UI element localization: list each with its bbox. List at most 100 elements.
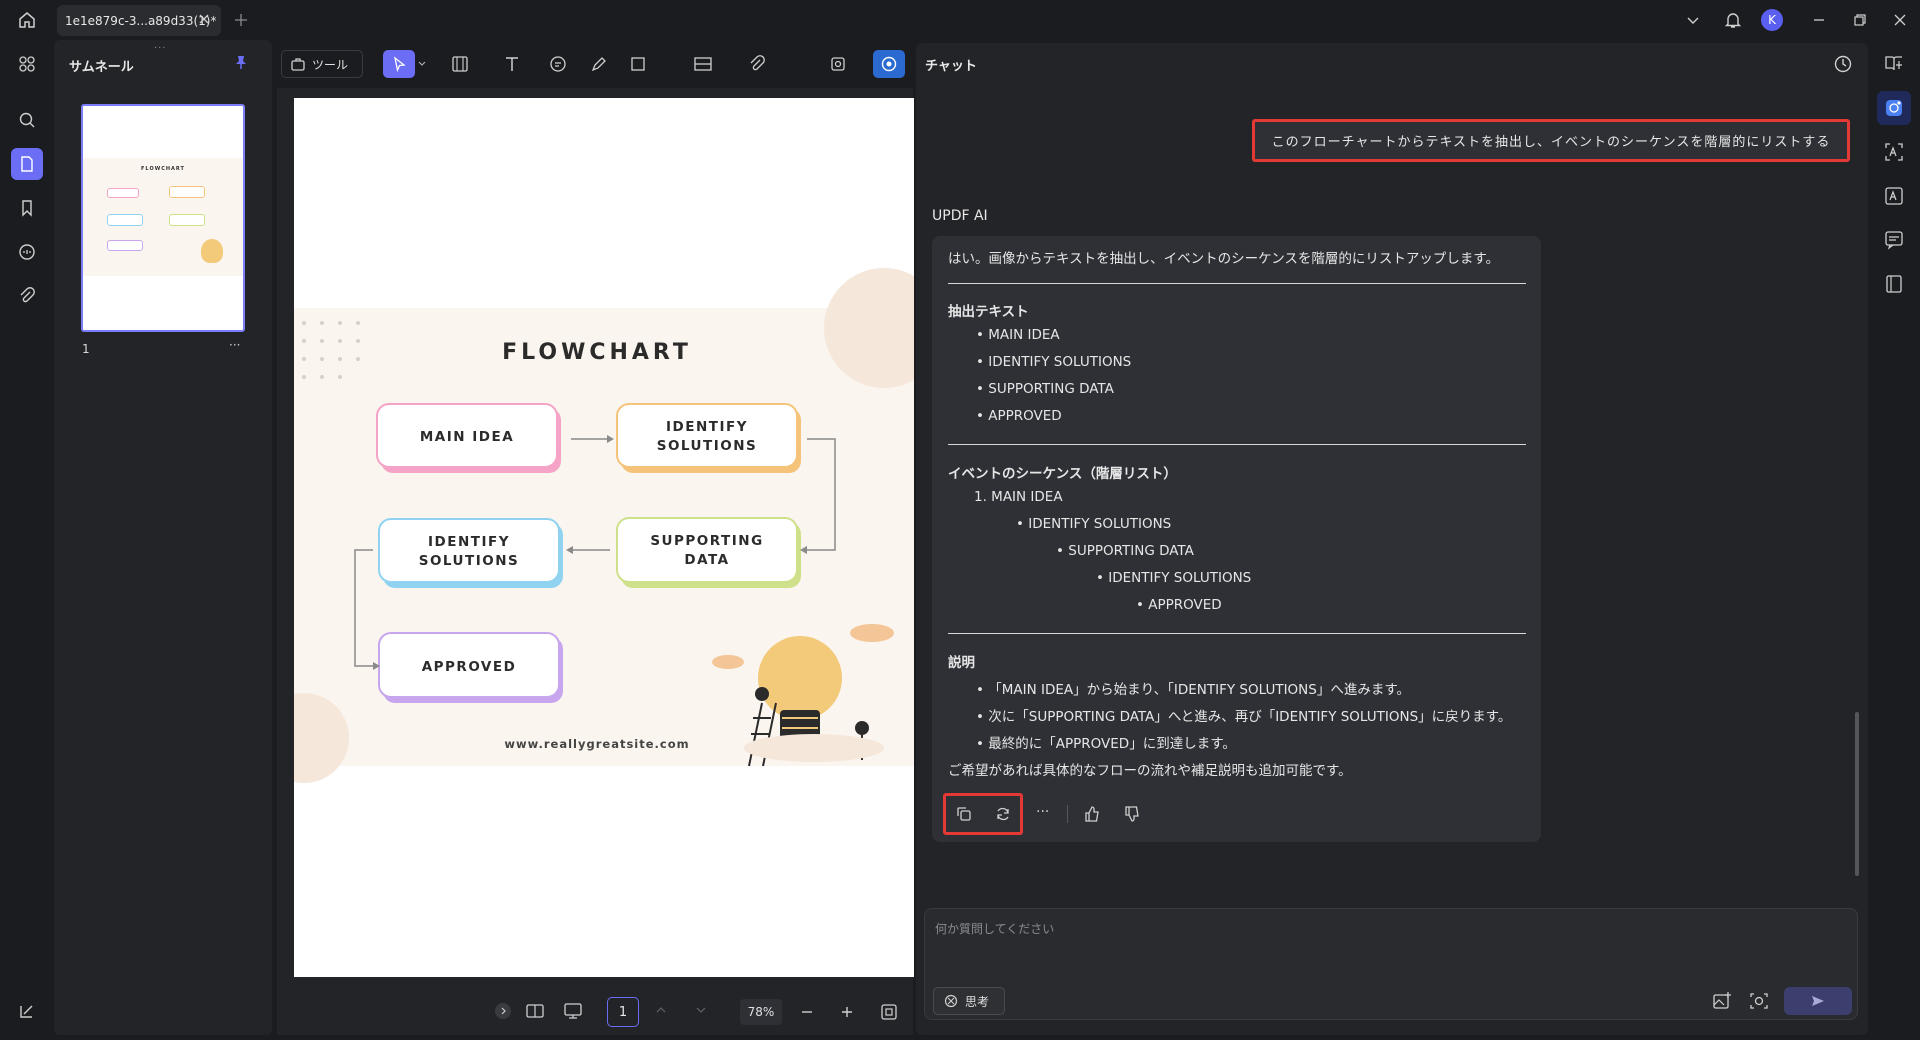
divider: [948, 283, 1526, 284]
summarize-icon[interactable]: [1877, 223, 1911, 257]
think-label: 思考: [965, 994, 990, 1009]
regenerate-icon[interactable]: [994, 805, 1012, 823]
translate-icon[interactable]: [1877, 179, 1911, 213]
explain-item: • 「MAIN IDEA」から始まり、「IDENTIFY SOLUTIONS」へ…: [976, 682, 1410, 698]
explain-item: • 次に「SUPPORTING DATA」へと進み、再び「IDENTIFY SO…: [976, 709, 1512, 725]
zoom-out-icon[interactable]: [800, 1005, 814, 1019]
stamp-tool-icon[interactable]: [829, 55, 847, 73]
ai-intro: はい。画像からテキストを抽出し、イベントのシーケンスを階層的にリストアップします…: [948, 251, 1500, 267]
ocr-icon[interactable]: [1877, 135, 1911, 169]
page-number-input[interactable]: 1: [607, 997, 639, 1027]
close-tab-icon[interactable]: [197, 12, 211, 26]
drag-handle[interactable]: ···: [154, 43, 167, 54]
restore-icon[interactable]: [1851, 11, 1869, 29]
page-number-value: 1: [618, 1004, 628, 1020]
divider: [948, 633, 1526, 634]
shape-tool-icon[interactable]: [629, 55, 647, 73]
search-icon[interactable]: [11, 104, 43, 136]
document-tab[interactable]: 1e1e879c-3...a89d33(1)*: [57, 5, 221, 36]
sequence-item: • APPROVED: [1136, 597, 1222, 613]
thumbnail-panel-title: サムネール: [69, 60, 134, 75]
title-bar: 1e1e879c-3...a89d33(1)* K: [0, 0, 1920, 40]
bell-icon[interactable]: [1723, 9, 1743, 31]
page-settings-icon[interactable]: [1877, 267, 1911, 301]
extract-item: • SUPPORTING DATA: [976, 381, 1114, 397]
expand-icon[interactable]: [495, 1003, 511, 1019]
send-button[interactable]: [1784, 987, 1852, 1015]
flowchart-title: FLOWCHART: [502, 340, 692, 365]
chat-input-box[interactable]: 何か質問してください 思考: [924, 908, 1858, 1020]
node-identify-solutions-2-line2: SOLUTIONS: [419, 553, 520, 569]
thumbs-down-icon[interactable]: [1123, 805, 1141, 823]
explain-item: • 最終的に「APPROVED」に到達します。: [976, 736, 1236, 752]
node-approved: APPROVED: [422, 659, 517, 675]
sequence-item: • IDENTIFY SOLUTIONS: [1016, 516, 1172, 532]
thumbs-up-icon[interactable]: [1083, 805, 1101, 823]
zoom-in-icon[interactable]: [840, 1005, 854, 1019]
chat-scrollbar[interactable]: [1855, 712, 1859, 876]
ai-name: UPDF AI: [932, 208, 988, 224]
left-rail: [0, 40, 54, 1040]
layers-icon[interactable]: [11, 995, 43, 1027]
extract-heading: 抽出テキスト: [948, 304, 1029, 320]
bookmark-icon[interactable]: [11, 192, 43, 224]
sequence-item: • SUPPORTING DATA: [1056, 543, 1194, 559]
image-upload-icon[interactable]: [1712, 991, 1732, 1011]
new-tab-icon[interactable]: [232, 11, 250, 29]
apps-grid-icon[interactable]: [11, 48, 43, 80]
previous-page-icon[interactable]: [655, 1004, 667, 1016]
present-icon[interactable]: [563, 1002, 583, 1020]
minimize-icon[interactable]: [1810, 11, 1828, 29]
pen-tool-icon[interactable]: [590, 55, 608, 73]
select-dropdown-icon[interactable]: [418, 60, 426, 68]
node-identify-solutions-1-line2: SOLUTIONS: [657, 438, 758, 454]
copy-icon[interactable]: [955, 805, 973, 823]
chat-title: チャット: [925, 59, 977, 74]
extract-item: • APPROVED: [976, 408, 1062, 424]
explain-heading: 説明: [948, 655, 975, 671]
select-tool-icon[interactable]: [383, 50, 415, 78]
page-thumbnail[interactable]: FLOWCHART: [81, 104, 245, 332]
send-icon: [1810, 993, 1826, 1009]
close-window-icon[interactable]: [1891, 11, 1909, 29]
link-tool-icon[interactable]: [748, 55, 766, 73]
text-tool-icon[interactable]: [503, 55, 521, 73]
right-rail: [1868, 40, 1920, 1040]
pin-icon[interactable]: [233, 54, 249, 70]
redact-tool-icon[interactable]: [693, 55, 713, 73]
document-page[interactable]: FLOWCHART MAIN IDEA IDENTIFY SOLUTIONS I…: [294, 98, 914, 977]
think-button[interactable]: 思考: [933, 987, 1005, 1015]
screenshot-icon[interactable]: [1749, 991, 1769, 1011]
next-page-icon[interactable]: [695, 1004, 707, 1016]
home-icon[interactable]: [16, 9, 38, 31]
zoom-level[interactable]: 78%: [740, 999, 782, 1025]
history-icon[interactable]: [1833, 54, 1853, 74]
reader-mode-icon[interactable]: [1877, 46, 1911, 80]
divider: [948, 444, 1526, 445]
more-options-icon[interactable]: ···: [1036, 804, 1049, 820]
node-identify-solutions-1-line1: IDENTIFY: [666, 419, 748, 435]
ai-chat-icon[interactable]: [1877, 91, 1911, 125]
flowchart-image: FLOWCHART MAIN IDEA IDENTIFY SOLUTIONS I…: [294, 268, 914, 783]
node-main-idea: MAIN IDEA: [420, 429, 514, 445]
avatar[interactable]: K: [1761, 9, 1783, 31]
tools-button[interactable]: ツール: [281, 50, 363, 78]
fit-page-icon[interactable]: [880, 1003, 898, 1021]
closing-text: ご希望があれば具体的なフローの流れや補足説明も追加可能です。: [948, 763, 1352, 779]
sequence-heading: イベントのシーケンス（階層リスト）: [948, 466, 1177, 482]
form-field-icon[interactable]: [451, 55, 469, 73]
comment-icon[interactable]: [11, 236, 43, 268]
thumbnail-more-icon[interactable]: ···: [229, 338, 240, 352]
node-supporting-data-line2: DATA: [684, 552, 729, 568]
ai-response: はい。画像からテキストを抽出し、イベントのシーケンスを階層的にリストアップします…: [932, 236, 1541, 842]
tab-title: 1e1e879c-3...a89d33(1)*: [65, 13, 217, 28]
thumbnails-icon[interactable]: [11, 148, 43, 180]
chevron-down-icon[interactable]: [1684, 11, 1702, 29]
page-layout-icon[interactable]: [525, 1002, 545, 1020]
divider: [1067, 805, 1068, 823]
attachment-icon[interactable]: [11, 280, 43, 312]
avatar-initial: K: [1768, 13, 1776, 27]
comment-tool-icon[interactable]: [549, 55, 567, 73]
ai-assistant-button[interactable]: [873, 50, 905, 78]
user-message-text: このフローチャートからテキストを抽出し、イベントのシーケンスを階層的にリストする: [1271, 135, 1831, 150]
